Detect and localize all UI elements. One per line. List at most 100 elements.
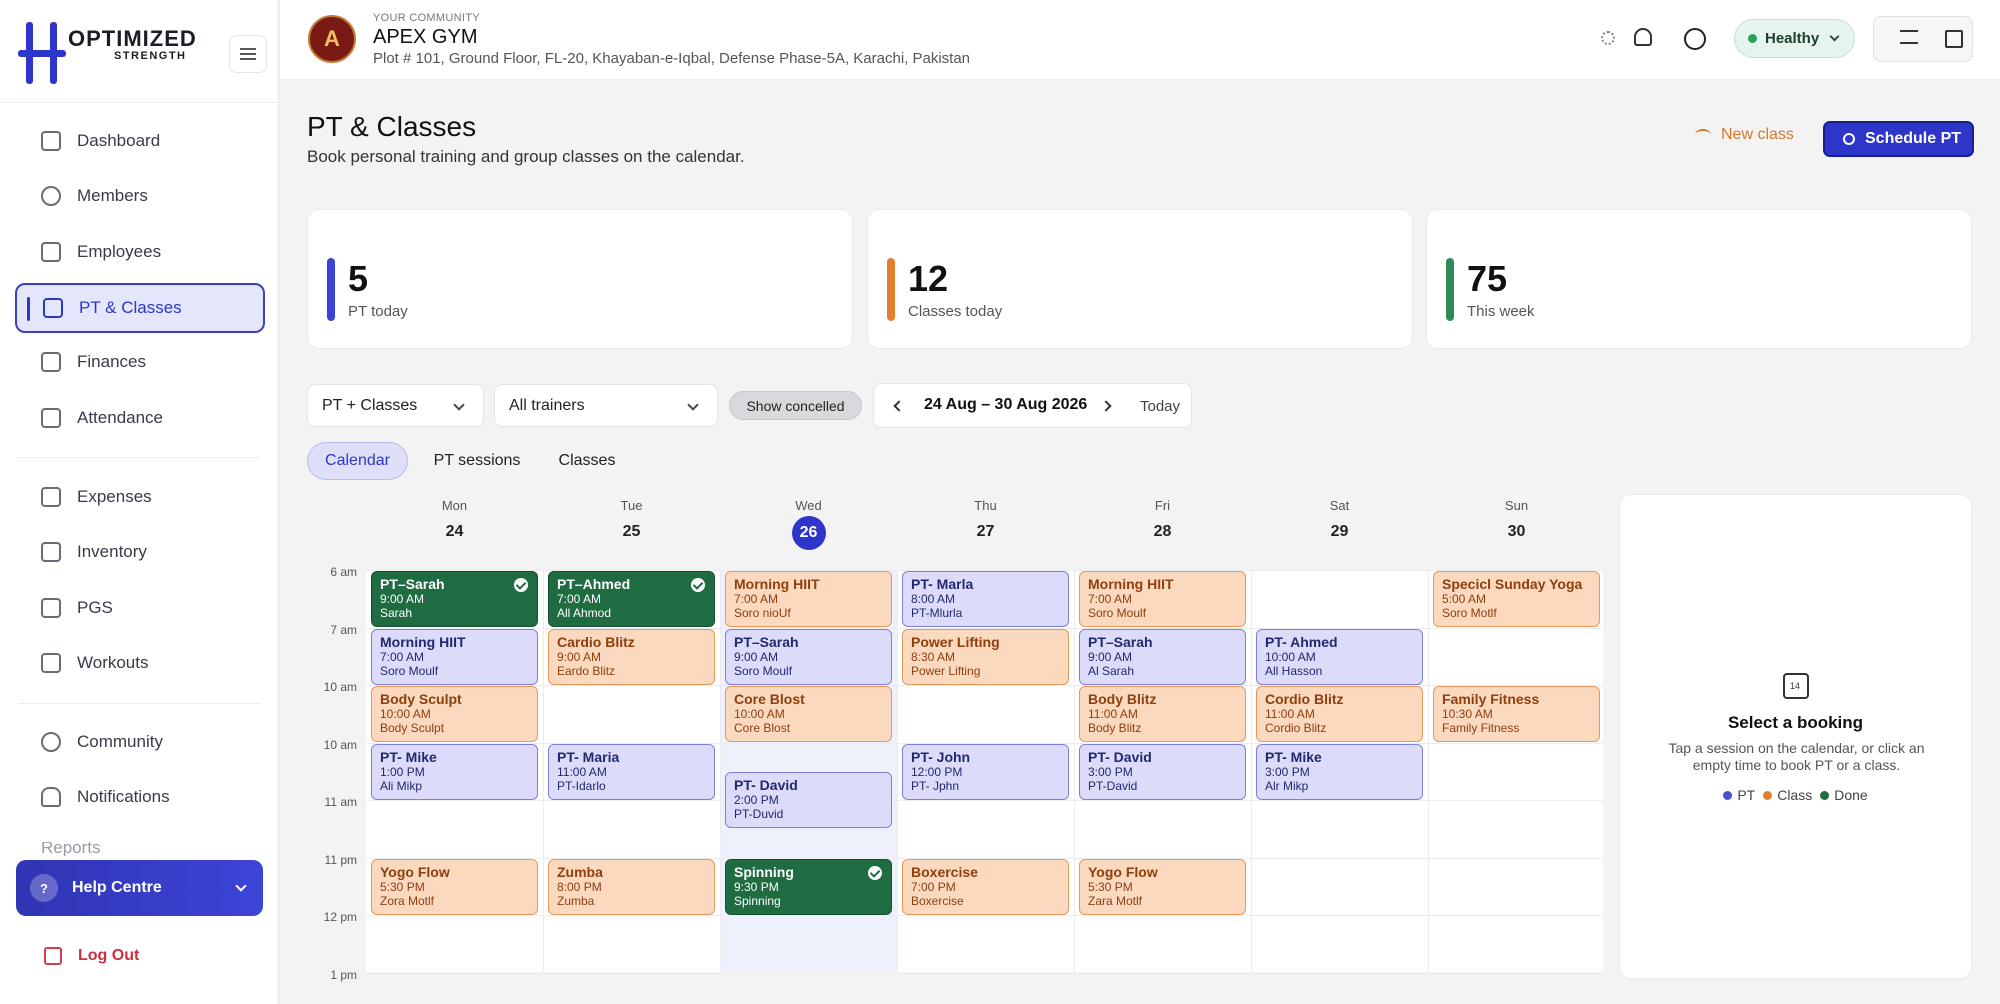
class-booking[interactable]: Zumba 8:00 PM Zumba — [548, 858, 715, 915]
chevron-right-icon[interactable] — [1100, 400, 1112, 412]
sidebar-item-dashboard[interactable]: Dashboard — [15, 116, 265, 166]
status-dropdown[interactable]: Healthy — [1734, 19, 1855, 58]
pt-booking[interactable]: PT- David 2:00 PM PT-Duvid — [725, 772, 892, 829]
sidebar-item-members[interactable]: Members — [15, 171, 265, 221]
divider — [18, 703, 260, 704]
pt-booking[interactable]: PT- John 12:00 PM PT- Jphn — [902, 743, 1069, 800]
completed-booking[interactable]: PT–Ahmed 7:00 AM All Ahmod — [548, 571, 715, 627]
class-booking[interactable]: Core Blost 10:00 AM Core Blost — [725, 686, 892, 742]
status-label: Healthy — [1765, 30, 1820, 47]
class-booking[interactable]: Body Blitz 11:00 AM Body Blitz — [1079, 686, 1246, 742]
logout-button[interactable]: Log Out — [28, 947, 139, 965]
show-cancelled-toggle[interactable]: Show concelled — [729, 391, 862, 420]
class-booking[interactable]: Power Lifting 8:30 AM Power Lifting — [902, 628, 1069, 685]
hamburger-icon — [240, 53, 256, 55]
apps-grid-icon[interactable] — [1945, 30, 1963, 48]
sidebar-item-label: PT & Classes — [79, 298, 182, 317]
sidebar-item-label: PGS — [77, 598, 113, 617]
pt-booking[interactable]: PT- David 3:00 PM PT-David — [1079, 743, 1246, 800]
help-centre-button[interactable]: ? Help Centre — [16, 860, 263, 916]
sidebar-toggle-button[interactable] — [229, 35, 267, 73]
status-dot — [1748, 34, 1757, 43]
pt-booking[interactable]: PT- Maria 11:00 AM PT-Idarlo — [548, 743, 715, 800]
sidebar-item-reports[interactable]: Reports — [41, 842, 241, 856]
booking-title: PT- John — [911, 748, 971, 765]
chevron-down-icon — [453, 399, 465, 411]
completed-booking[interactable]: PT–Sarah 9:00 AM Sarah — [371, 571, 538, 627]
date-range-label: 24 Aug – 30 Aug 2026 — [924, 396, 1088, 413]
sidebar-item-label: Members — [77, 186, 148, 205]
time-label: 11 am — [324, 795, 357, 809]
booking-title: Specicl Sunday Yoga — [1442, 576, 1583, 592]
class-booking[interactable]: Cordio Blitz 11:00 AM Cordio Blitz — [1256, 686, 1423, 742]
swap-icon[interactable] — [1900, 30, 1918, 44]
new-class-button[interactable]: New class — [1695, 126, 1794, 144]
sync-icon[interactable] — [1601, 31, 1615, 45]
chevron-left-icon[interactable] — [893, 400, 905, 412]
booking-title: Power Lifting — [911, 633, 1000, 650]
sidebar-item-attendance[interactable]: Attendance — [15, 393, 265, 443]
completed-booking[interactable]: Spinning 9:30 PM Spinning — [725, 858, 892, 915]
grid-col-line — [543, 570, 544, 972]
booking-title: Yogo Flow — [1088, 863, 1158, 880]
booking-who: Al Sarah — [1088, 663, 1135, 678]
logout-label: Log Out — [78, 947, 140, 964]
legend: PT Class Done — [1620, 787, 1971, 803]
tab-calendar[interactable]: Calendar — [307, 442, 408, 480]
sidebar-item-workouts[interactable]: Workouts — [15, 638, 265, 688]
class-booking[interactable]: Family Fitness 10:30 AM Family Fitness — [1433, 686, 1600, 742]
pt-booking[interactable]: PT- Mike 3:00 PM Alr Mikp — [1256, 743, 1423, 800]
sidebar-item-label: Dashboard — [77, 131, 161, 150]
class-booking[interactable]: Specicl Sunday Yoga 5:00 AM Soro Motlf — [1433, 571, 1600, 627]
globe-icon[interactable] — [1684, 28, 1706, 50]
schedule-pt-button[interactable]: Schedule PT — [1823, 121, 1974, 157]
tab-classes[interactable]: Classes — [548, 442, 626, 480]
sidebar-item-community[interactable]: Community — [15, 717, 265, 767]
sidebar-item-finances[interactable]: Finances — [15, 337, 265, 387]
booking-time: 8:30 AM — [911, 649, 956, 664]
class-booking[interactable]: Morning HIIT 7:00 AM Soro Moulf — [1079, 571, 1246, 627]
booking-title: PT–Sarah — [734, 633, 799, 650]
class-booking[interactable]: Yogo Flow 5:30 PM Zara Motlf — [1079, 858, 1246, 915]
day-header: Tue 25 — [543, 498, 720, 541]
sidebar-item-inventory[interactable]: Inventory — [15, 527, 265, 577]
booking-time: 7:00 PM — [911, 879, 956, 894]
pt-booking[interactable]: PT- Marla 8:00 AM PT-Mlurla — [902, 571, 1069, 627]
booking-who: Body Blitz — [1088, 721, 1142, 735]
booking-title: Body Sculpt — [380, 691, 462, 707]
booking-who: Ali Mikp — [380, 778, 423, 793]
booking-who: Soro Moulf — [1088, 606, 1147, 620]
stat-label: Classes today — [908, 303, 1003, 320]
class-booking[interactable]: Yogo Flow 5:30 PM Zora Motlf — [371, 858, 538, 915]
sidebar-item-pgs[interactable]: PGS — [15, 583, 265, 633]
wifi-icon — [1695, 129, 1711, 141]
pt-booking[interactable]: PT–Sarah 9:00 AM Soro Moulf — [725, 628, 892, 685]
day-header: Thu 27 — [897, 498, 1074, 541]
booking-time: 9:00 AM — [557, 649, 602, 664]
pt-booking[interactable]: PT–Sarah 9:00 AM Al Sarah — [1079, 628, 1246, 685]
sidebar-item-pt-classes[interactable]: PT & Classes — [15, 283, 265, 333]
stat-accent — [887, 258, 895, 321]
booking-time: 7:00 AM — [380, 649, 425, 664]
sidebar-item-notifications[interactable]: Notifications — [15, 772, 265, 822]
trainer-filter-value: All trainers — [509, 396, 585, 414]
pt-booking[interactable]: Morning HIIT 7:00 AM Soro Moulf — [371, 628, 538, 685]
brand-logo[interactable]: OPTIMIZED STRENGTH — [18, 20, 196, 86]
class-booking[interactable]: Boxercise 7:00 PM Boxercise — [902, 858, 1069, 915]
brand-name: OPTIMIZED — [68, 26, 197, 51]
bell-icon[interactable] — [1634, 28, 1652, 46]
booking-title: Morning HIIT — [1088, 576, 1174, 592]
class-booking[interactable]: Body Sculpt 10:00 AM Body Sculpt — [371, 686, 538, 742]
class-booking[interactable]: Morning HIIT 7:00 AM Soro nioUf — [725, 571, 892, 627]
pt-booking[interactable]: PT- Ahmed 10:00 AM All Hasson — [1256, 628, 1423, 685]
sidebar-item-employees[interactable]: Employees — [15, 227, 265, 277]
tab-pt-sessions[interactable]: PT sessions — [422, 442, 532, 480]
today-button[interactable]: Today — [1140, 398, 1180, 415]
trainer-filter-select[interactable]: All trainers — [494, 384, 718, 427]
sidebar-item-expenses[interactable]: Expenses — [15, 472, 265, 522]
time-label: 6 am — [330, 565, 357, 579]
pt-booking[interactable]: PT- Mike 1:00 PM Ali Mikp — [371, 743, 538, 800]
booking-title: PT–Sarah — [1088, 633, 1153, 650]
type-filter-select[interactable]: PT + Classes — [307, 384, 484, 427]
class-booking[interactable]: Cardio Blitz 9:00 AM Eardo Blitz — [548, 628, 715, 685]
